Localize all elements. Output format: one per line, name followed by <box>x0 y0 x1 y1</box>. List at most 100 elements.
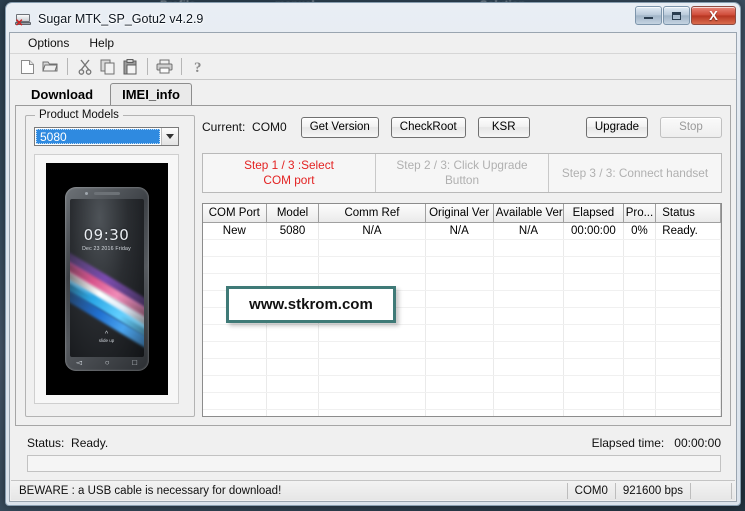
window-controls: X <box>634 6 736 25</box>
product-models-group: Product Models 5080 09:30 Dec 23 2016 Fr… <box>25 109 195 417</box>
toolbar-separator <box>67 58 68 75</box>
cell-elapsed: 00:00:00 <box>563 222 624 240</box>
close-button[interactable]: X <box>691 6 736 25</box>
table-row-empty <box>203 375 721 393</box>
phone-unlock-hint: ^ slide up <box>70 331 144 343</box>
minimize-icon <box>644 17 653 19</box>
table-row-empty <box>203 341 721 359</box>
step-3-line1: Step 3 / 3: Connect handset <box>561 165 709 180</box>
step-2-line1: Step 2 / 3: Click Upgrade <box>396 158 528 172</box>
download-tab-page: Product Models 5080 09:30 Dec 23 2016 Fr… <box>15 105 731 426</box>
table-row[interactable]: New 5080 N/A N/A N/A 00:00:00 0% Ready. <box>203 222 721 240</box>
current-label: Current: <box>202 120 246 134</box>
table-row-empty <box>203 392 721 410</box>
col-status[interactable]: Status <box>655 204 721 223</box>
status-text: Status: Ready. <box>27 436 108 450</box>
action-row: Current: COM0 Get Version CheckRoot KSR … <box>202 115 722 139</box>
menu-bar: Options Help <box>10 33 736 54</box>
toolbar-separator <box>181 58 182 75</box>
ksr-button[interactable]: KSR <box>477 116 530 138</box>
elapsed-label: Elapsed time: <box>591 436 665 450</box>
minimize-button[interactable] <box>635 6 662 25</box>
help-icon[interactable]: ? <box>187 56 210 78</box>
phone-navbar: ◅ ○ □ <box>65 355 149 369</box>
steps-panel: Step 1 / 3 :Select COM port Step 2 / 3: … <box>202 153 722 193</box>
step-1-line2: COM port <box>263 173 315 187</box>
current-port-value: COM0 <box>252 120 287 134</box>
status-bar: BEWARE : a USB cable is necessary for do… <box>11 480 735 500</box>
back-icon: ◅ <box>75 357 83 367</box>
status-bar-baud: 921600 bps <box>614 482 690 499</box>
upgrade-button[interactable]: Upgrade <box>585 116 648 138</box>
col-available-ver[interactable]: Available Ver <box>493 204 565 223</box>
step-1: Step 1 / 3 :Select COM port <box>203 154 376 192</box>
tab-imei-info-label: IMEI_info <box>122 87 180 102</box>
watermark-badge: www.stkrom.com <box>226 286 396 323</box>
col-com-port[interactable]: COM Port <box>203 204 267 223</box>
new-file-icon[interactable] <box>16 56 39 78</box>
tab-strip: Download IMEI_info <box>10 80 736 105</box>
col-elapsed[interactable]: Elapsed <box>563 204 624 223</box>
product-models-title: Product Models <box>35 109 123 121</box>
download-right-pane: Current: COM0 Get Version CheckRoot KSR … <box>202 115 722 417</box>
cell-status: Ready. <box>655 222 721 240</box>
phone-clock: 09:30 <box>83 225 130 244</box>
stop-button: Stop <box>660 116 722 138</box>
col-original-ver[interactable]: Original Ver <box>425 204 494 223</box>
phone-preview-panel: 09:30 Dec 23 2016 Friday ^ slide up ◅ ○ <box>34 154 179 404</box>
bottom-status-area: Status: Ready. Elapsed time: 00:00:00 <box>15 430 731 480</box>
recents-icon: □ <box>132 357 138 367</box>
table-row-empty <box>203 358 721 376</box>
current-port-text: Current: COM0 <box>202 120 287 134</box>
title-bar[interactable]: ✕ Sugar MTK_SP_Gotu2 v4.2.9 X <box>9 5 737 32</box>
toolbar-separator <box>147 58 148 75</box>
tool-bar: ? <box>10 54 736 80</box>
devices-table[interactable]: COM Port Model Comm Ref Original Ver Ava… <box>202 203 722 417</box>
svg-text:?: ? <box>194 60 202 75</box>
watermark-text: www.stkrom.com <box>249 296 373 313</box>
cell-available-ver: N/A <box>493 222 565 240</box>
table-row-empty <box>203 239 721 257</box>
status-bar-message: BEWARE : a USB cable is necessary for do… <box>19 484 282 497</box>
status-bar-extra <box>690 482 732 499</box>
tab-download[interactable]: Download <box>22 83 109 105</box>
menu-item-help[interactable]: Help <box>79 34 124 52</box>
app-printer-icon: ✕ <box>15 11 32 28</box>
table-row-empty <box>203 256 721 274</box>
cell-original-ver: N/A <box>425 222 494 240</box>
step-3: Step 3 / 3: Connect handset <box>549 154 721 192</box>
tab-download-label: Download <box>31 87 94 102</box>
product-model-select[interactable]: 5080 <box>34 127 179 146</box>
status-value: Ready. <box>71 436 109 450</box>
chevron-down-icon[interactable] <box>161 128 178 145</box>
phone-image: 09:30 Dec 23 2016 Friday ^ slide up ◅ ○ <box>45 163 168 395</box>
cell-comm-ref: N/A <box>318 222 426 240</box>
phone-device: 09:30 Dec 23 2016 Friday ^ slide up ◅ ○ <box>64 187 149 371</box>
phone-speaker-icon <box>93 192 120 195</box>
tab-imei-info[interactable]: IMEI_info <box>110 83 192 105</box>
table-row-empty <box>203 324 721 342</box>
menu-item-options[interactable]: Options <box>18 34 79 52</box>
step-1-line1: Step 1 / 3 :Select <box>244 158 334 172</box>
col-comm-ref[interactable]: Comm Ref <box>318 204 426 223</box>
table-row-empty <box>203 409 721 416</box>
open-folder-icon[interactable] <box>39 56 62 78</box>
paste-icon[interactable] <box>119 56 142 78</box>
maximize-button[interactable] <box>663 6 690 25</box>
product-model-value: 5080 <box>36 129 160 144</box>
phone-screen: 09:30 Dec 23 2016 Friday ^ slide up <box>69 199 144 357</box>
get-version-button[interactable]: Get Version <box>300 116 379 138</box>
print-icon[interactable] <box>153 56 176 78</box>
status-bar-port: COM0 <box>566 482 615 499</box>
step-2-line2: Button <box>444 173 480 187</box>
maximize-icon <box>672 11 681 20</box>
check-root-button[interactable]: CheckRoot <box>390 116 466 138</box>
window-title: Sugar MTK_SP_Gotu2 v4.2.9 <box>38 11 204 26</box>
cut-icon[interactable] <box>73 56 96 78</box>
copy-icon[interactable] <box>96 56 119 78</box>
col-model[interactable]: Model <box>266 204 320 223</box>
cell-model: 5080 <box>266 222 320 240</box>
client-area: Options Help ? Download IMEI_info Produc… <box>9 32 737 502</box>
status-label: Status: <box>27 436 65 450</box>
col-progress[interactable]: Pro... <box>623 204 657 223</box>
